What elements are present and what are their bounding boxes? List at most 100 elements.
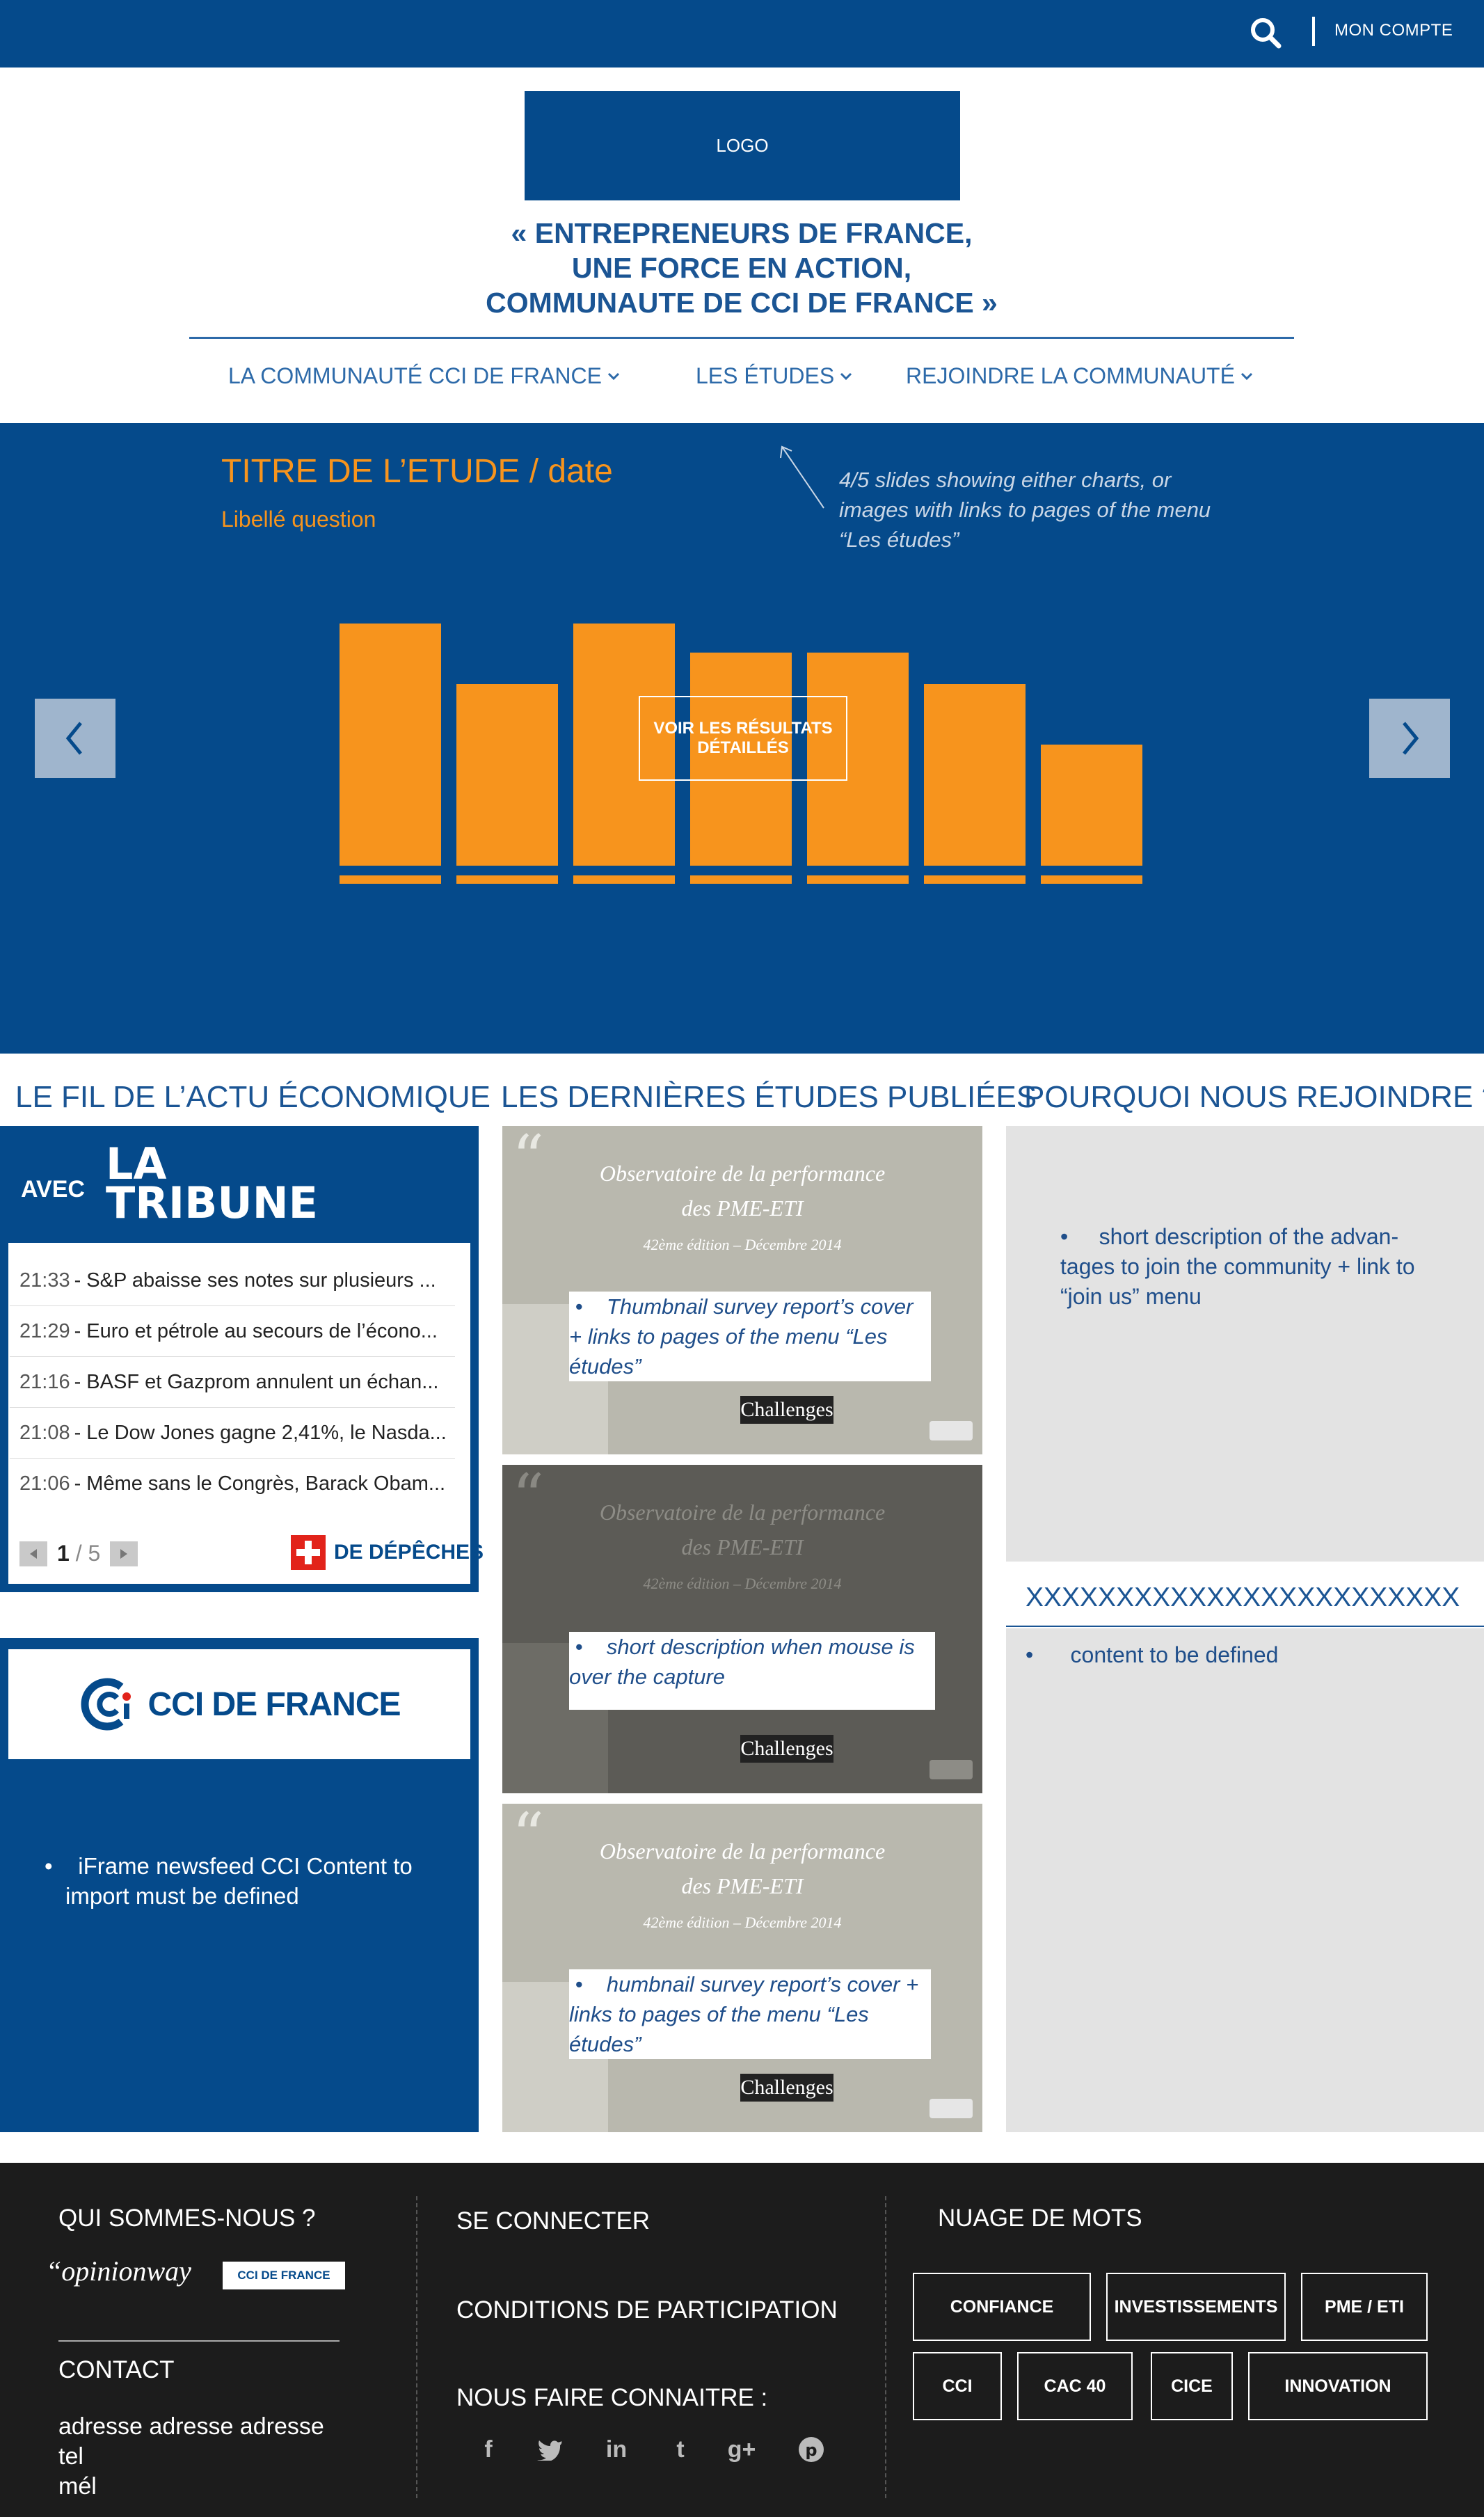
annotation-arrow-icon: [780, 445, 824, 509]
topbar-divider: [1312, 17, 1315, 46]
word-cloud-tag[interactable]: CICE: [1151, 2352, 1233, 2420]
pager-prev-button[interactable]: [19, 1541, 47, 1566]
thumb-title: Observatoire de la performance: [599, 1839, 886, 1864]
nav-item-communaute[interactable]: LA COMMUNAUTÉ CCI DE FRANCE: [228, 363, 620, 389]
chevron-right-icon: [1403, 722, 1419, 755]
tagline-line-1: « ENTREPRENEURS DE FRANCE,: [511, 217, 973, 249]
study-thumbnail[interactable]: “ Observatoire de la performance des PME…: [502, 1804, 982, 2132]
news-item[interactable]: 21:16- BASF et Gazprom annulent un échan…: [10, 1357, 455, 1408]
tribune-logo[interactable]: LA TRIBUNE: [106, 1143, 318, 1228]
footer-conditions-link[interactable]: CONDITIONS DE PARTICIPATION: [456, 2296, 838, 2324]
word-cloud-tag[interactable]: PME / ETI: [1301, 2273, 1428, 2341]
news-item[interactable]: 21:08- Le Dow Jones gagne 2,41%, le Nasd…: [10, 1408, 455, 1459]
slider-next-button[interactable]: [1369, 699, 1450, 778]
thumb-publisher-logos: [930, 2099, 973, 2118]
join-reasons-copy: short description of the advan-tages to …: [1060, 1224, 1415, 1309]
news-item[interactable]: 21:33- S&P abaisse ses notes sur plusieu…: [10, 1255, 455, 1306]
thumb-publisher-logos: [930, 1760, 973, 1779]
cci-logo[interactable]: CCI DE FRANCE: [8, 1649, 470, 1759]
tagline-line-3: COMMUNAUTE DE CCI DE FRANCE »: [486, 287, 998, 319]
contact-mail[interactable]: mél: [58, 2472, 324, 2502]
facebook-icon[interactable]: f: [474, 2436, 502, 2463]
tumblr-icon[interactable]: t: [667, 2436, 694, 2463]
tagline: « ENTREPRENEURS DE FRANCE, UNE FORCE EN …: [394, 216, 1090, 320]
chart-bar-baseline: [690, 875, 792, 884]
study-question: Libellé question: [221, 507, 376, 532]
chevron-left-icon: [65, 722, 82, 755]
word-cloud-tag[interactable]: CONFIANCE: [913, 2273, 1091, 2341]
opinionway-logo[interactable]: “opinionway: [46, 2255, 191, 2287]
word-cloud-heading: NUAGE DE MOTS: [938, 2205, 1142, 2232]
tribune-logo-line2: TRIBUNE: [106, 1177, 318, 1228]
depeches-link[interactable]: DE DÉPÊCHES: [291, 1535, 484, 1570]
cci-note-text: iFrame newsfeed CCI Content to import mu…: [65, 1853, 413, 1909]
search-icon[interactable]: [1250, 17, 1282, 49]
footer-login-link[interactable]: SE CONNECTER: [456, 2207, 650, 2235]
placeholder-heading: XXXXXXXXXXXXXXXXXXXXXXXX: [1026, 1582, 1460, 1612]
twitter-icon[interactable]: [536, 2436, 564, 2463]
word-cloud-tag[interactable]: CAC 40: [1017, 2352, 1133, 2420]
nav-label: REJOINDRE LA COMMUNAUTÉ: [906, 363, 1235, 388]
news-heading: LE FIL DE L’ACTU ÉCONOMIQUE: [15, 1080, 490, 1114]
study-thumbnail[interactable]: “ Observatoire de la performance des PME…: [502, 1126, 982, 1454]
thumb-hover-caption: • short description when mouse is over t…: [569, 1632, 935, 1710]
thumb-subtitle: des PME-ETI: [681, 1196, 804, 1221]
footer-share-heading: NOUS FAIRE CONNAITRE :: [456, 2384, 768, 2411]
pager-next-button[interactable]: [110, 1541, 138, 1566]
site-logo[interactable]: LOGO: [525, 91, 960, 200]
thumb-caption: • humbnail survey report’s cover + links…: [569, 1969, 931, 2059]
news-time: 21:06: [19, 1472, 70, 1495]
chart-bar: [340, 624, 441, 866]
google-plus-icon[interactable]: g+: [728, 2436, 756, 2463]
news-time: 21:16: [19, 1370, 70, 1393]
slider-annotation: 4/5 slides showing either charts, or ima…: [839, 468, 1211, 552]
account-link[interactable]: MON COMPTE: [1334, 21, 1453, 40]
thumb-caption-text: short description when mouse is over the…: [569, 1635, 915, 1689]
news-time: 21:08: [19, 1421, 70, 1444]
pager-total: / 5: [75, 1541, 101, 1566]
thumb-caption-text: Thumbnail survey report’s cover + links …: [569, 1294, 913, 1379]
join-reasons-box: [1006, 1126, 1484, 1562]
word-cloud-tag[interactable]: INNOVATION: [1248, 2352, 1428, 2420]
thumb-title: Observatoire de la performance: [599, 1500, 886, 1525]
pinterest-icon[interactable]: p: [797, 2436, 825, 2463]
chevron-down-icon: [1240, 372, 1252, 380]
chart-bar-baseline: [807, 875, 909, 884]
join-heading: POURQUOI NOUS REJOINDRE ?: [1024, 1080, 1484, 1114]
thumb-caption: • Thumbnail survey report’s cover + link…: [569, 1292, 931, 1381]
news-item[interactable]: 21:29- Euro et pétrole au secours de l’é…: [10, 1306, 455, 1357]
chart-bar-baseline: [573, 875, 675, 884]
slider-prev-button[interactable]: [35, 699, 115, 778]
cci-mini-logo[interactable]: CCI DE FRANCE: [223, 2262, 345, 2289]
chart-bar-baseline: [1041, 875, 1142, 884]
challenges-logo: Challenges: [740, 2074, 833, 2102]
challenges-logo: Challenges: [740, 1396, 833, 1424]
thumb-subtitle: des PME-ETI: [681, 1534, 804, 1559]
view-results-button[interactable]: VOIR LES RÉSULTATS DÉTAILLÉS: [639, 696, 847, 781]
join-reasons-text[interactable]: • short description of the advan-tages t…: [1060, 1222, 1450, 1312]
chart-bar-baseline: [340, 875, 441, 884]
contact-address: adresse adresse adresse: [58, 2413, 324, 2440]
depeches-label: DE DÉPÊCHES: [334, 1541, 484, 1564]
nav-item-etudes[interactable]: LES ÉTUDES: [696, 363, 852, 389]
placeholder-content-box: [1006, 1628, 1484, 2132]
news-text: Euro et pétrole au secours de l’écono...: [86, 1319, 438, 1342]
news-pager: 1 / 5: [19, 1541, 138, 1566]
footer-divider: [885, 2196, 886, 2498]
placeholder-content-text: • content to be defined: [1026, 1642, 1279, 1667]
study-thumbnail[interactable]: “ Observatoire de la performance des PME…: [502, 1465, 982, 1793]
word-cloud-tag[interactable]: CCI: [913, 2352, 1002, 2420]
thumb-edition: 42ème édition – Décembre 2014: [643, 1914, 842, 1931]
news-time: 21:33: [19, 1269, 70, 1292]
caret-left-icon: [30, 1548, 37, 1559]
nav-item-rejoindre[interactable]: REJOINDRE LA COMMUNAUTÉ: [906, 363, 1253, 389]
header-divider: [189, 337, 1294, 339]
linkedin-icon[interactable]: in: [603, 2436, 630, 2463]
footer-who-heading[interactable]: QUI SOMMES-NOUS ?: [58, 2205, 315, 2232]
pager-current: 1: [57, 1541, 70, 1566]
word-cloud-tag[interactable]: INVESTISSEMENTS: [1106, 2273, 1286, 2341]
news-item[interactable]: 21:06- Même sans le Congrès, Barack Obam…: [10, 1459, 455, 1509]
chart-bar: [1041, 745, 1142, 866]
chart-bar-baseline: [456, 875, 558, 884]
caret-right-icon: [120, 1548, 128, 1559]
